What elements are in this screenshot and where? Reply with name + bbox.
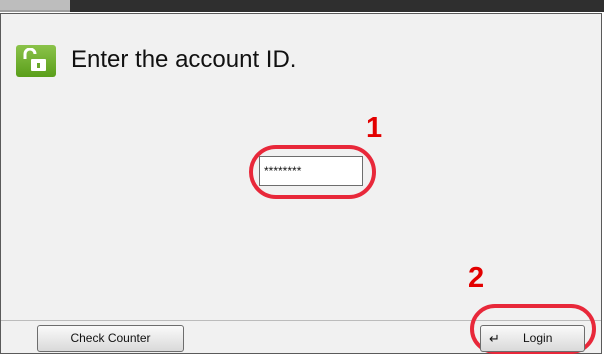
page-title: Enter the account ID. [71, 46, 297, 73]
top-bar [0, 0, 604, 13]
enter-icon: ↵ [489, 331, 500, 346]
callout-step-2: 2 [468, 262, 485, 294]
check-counter-button[interactable]: Check Counter [37, 325, 184, 352]
account-id-input[interactable] [259, 156, 363, 186]
top-tab-left [0, 0, 70, 12]
top-tab-active [70, 0, 604, 12]
login-button[interactable]: ↵ Login [480, 325, 585, 352]
unlock-icon [16, 45, 56, 77]
login-button-label: Login [523, 331, 553, 345]
callout-step-1: 1 [366, 112, 383, 144]
